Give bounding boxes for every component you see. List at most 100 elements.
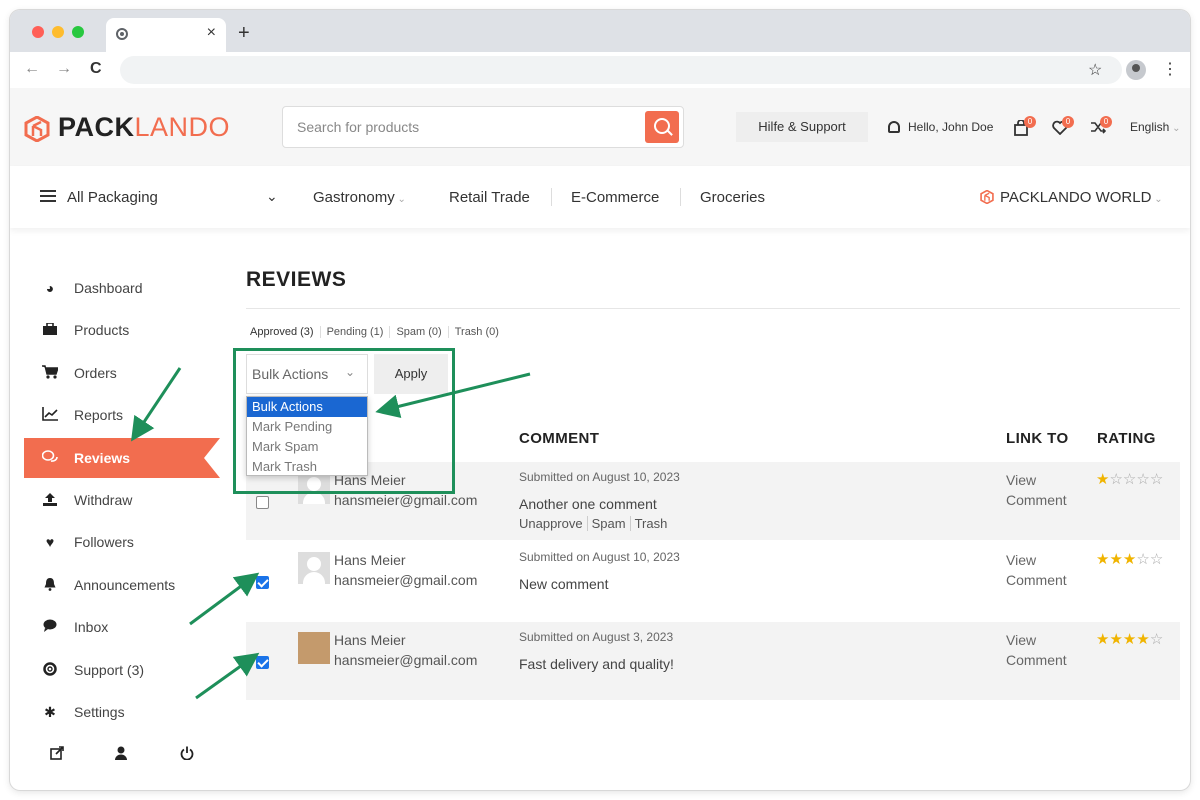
sidebar-item-support[interactable]: Support (3) bbox=[24, 650, 220, 690]
star-empty-icon: ☆ bbox=[1122, 471, 1137, 488]
account-link[interactable]: Hello, John Doe bbox=[888, 120, 993, 134]
sidebar-item-dashboard[interactable]: ◕ Dashboard bbox=[24, 268, 220, 308]
browser-menu-icon[interactable]: ⋮ bbox=[1162, 59, 1178, 79]
sidebar-item-label: Followers bbox=[74, 534, 134, 550]
reviewer-email: hansmeier@gmail.com bbox=[334, 492, 478, 508]
star-filled-icon: ★ bbox=[1096, 631, 1110, 648]
unapprove-link[interactable]: Unapprove bbox=[519, 516, 587, 531]
sidebar-item-label: Support (3) bbox=[74, 662, 145, 678]
sidebar-item-reports[interactable]: Reports bbox=[24, 395, 220, 435]
browser-tab[interactable]: × bbox=[106, 18, 226, 52]
chevron-down-icon[interactable]: ⌄ bbox=[266, 188, 278, 205]
category-groceries[interactable]: Groceries bbox=[700, 189, 765, 206]
reviewer-name: Hans Meier bbox=[334, 632, 406, 648]
view-comment-link[interactable]: View bbox=[1006, 632, 1036, 648]
address-input[interactable] bbox=[120, 56, 1122, 84]
avatar bbox=[298, 552, 330, 584]
row-actions: Unapprove Spam Trash bbox=[519, 516, 672, 531]
new-tab-button[interactable]: + bbox=[238, 22, 250, 45]
upload-icon bbox=[42, 492, 58, 508]
sidebar-item-inbox[interactable]: Inbox bbox=[24, 607, 220, 647]
column-header-rating: RATING bbox=[1097, 430, 1156, 447]
sidebar-item-reviews[interactable]: Reviews bbox=[24, 438, 220, 478]
packlando-world-menu[interactable]: PACKLANDO WORLD ⌄ bbox=[980, 189, 1163, 206]
filter-spam[interactable]: Spam (0) bbox=[389, 326, 447, 338]
sidebar-item-withdraw[interactable]: Withdraw bbox=[24, 480, 220, 520]
help-support-button[interactable]: Hilfe & Support bbox=[736, 112, 868, 142]
row-checkbox[interactable] bbox=[256, 496, 269, 509]
star-filled-icon: ★ bbox=[1109, 551, 1123, 568]
avatar bbox=[298, 632, 330, 664]
column-header-link-to: LINK TO bbox=[1006, 430, 1069, 447]
sidebar-item-followers[interactable]: ♥ Followers bbox=[24, 522, 220, 562]
view-comment-link[interactable]: Comment bbox=[1006, 492, 1067, 508]
reviewer-name: Hans Meier bbox=[334, 552, 406, 568]
submitted-date: Submitted on August 10, 2023 bbox=[519, 470, 680, 484]
search-button[interactable] bbox=[645, 111, 679, 143]
reload-icon[interactable]: C bbox=[90, 60, 102, 78]
comment-text: New comment bbox=[519, 576, 609, 592]
heart-icon: ♥ bbox=[45, 534, 55, 550]
profile-icon[interactable] bbox=[114, 746, 128, 764]
category-retail-trade[interactable]: Retail Trade bbox=[449, 189, 530, 206]
cart-icon bbox=[42, 365, 59, 381]
sidebar-item-label: Reports bbox=[74, 407, 124, 423]
filter-approved[interactable]: Approved (3) bbox=[250, 326, 320, 338]
category-divider bbox=[680, 188, 681, 206]
submitted-date: Submitted on August 3, 2023 bbox=[519, 630, 674, 644]
forward-icon[interactable]: → bbox=[56, 60, 72, 78]
browser-window: × + ← → C ☆ ⋮ PACKLANDO Search for produ… bbox=[10, 10, 1190, 790]
tab-strip: × + bbox=[10, 10, 1190, 52]
star-filled-icon: ★ bbox=[1122, 551, 1137, 568]
dashboard-icon: ◕ bbox=[45, 280, 55, 296]
view-comment-link[interactable]: Comment bbox=[1006, 652, 1067, 668]
minimize-window-dot[interactable] bbox=[52, 26, 64, 38]
filter-trash[interactable]: Trash (0) bbox=[447, 326, 505, 338]
comment-text: Fast delivery and quality! bbox=[519, 656, 674, 672]
sidebar-item-announcements[interactable]: Announcements bbox=[24, 565, 220, 605]
category-gastronomy[interactable]: Gastronomy ⌄ bbox=[313, 189, 406, 206]
all-packaging-menu[interactable]: All Packaging bbox=[67, 189, 158, 206]
power-logout-icon[interactable] bbox=[180, 746, 194, 764]
row-checkbox[interactable] bbox=[256, 576, 269, 589]
sidebar-item-orders[interactable]: Orders bbox=[24, 353, 220, 393]
star-empty-icon: ☆ bbox=[1136, 471, 1150, 488]
filter-pending[interactable]: Pending (1) bbox=[319, 326, 390, 338]
star-empty-icon: ☆ bbox=[1136, 551, 1150, 568]
rating-stars: ★☆☆☆☆ bbox=[1096, 470, 1163, 488]
sidebar-item-label: Orders bbox=[74, 365, 117, 381]
sidebar-item-products[interactable]: Products bbox=[24, 310, 220, 350]
back-icon[interactable]: ← bbox=[24, 60, 40, 78]
language-select[interactable]: English ⌄ bbox=[1130, 120, 1181, 134]
star-filled-icon: ★ bbox=[1122, 631, 1137, 648]
hamburger-menu-icon[interactable] bbox=[40, 190, 56, 202]
spam-link[interactable]: Spam bbox=[586, 516, 630, 531]
title-divider bbox=[246, 308, 1180, 309]
sidebar-item-label: Products bbox=[74, 322, 130, 338]
profile-avatar-icon[interactable] bbox=[1126, 60, 1146, 80]
star-empty-icon: ☆ bbox=[1149, 551, 1164, 568]
view-comment-link[interactable]: Comment bbox=[1006, 572, 1067, 588]
chat-icon bbox=[42, 619, 58, 635]
view-comment-link[interactable]: View bbox=[1006, 552, 1036, 568]
close-window-dot[interactable] bbox=[32, 26, 44, 38]
cart-icon[interactable]: 0 bbox=[1014, 116, 1036, 138]
bookmark-star-icon[interactable]: ☆ bbox=[1088, 60, 1102, 80]
trash-link[interactable]: Trash bbox=[629, 516, 672, 531]
close-tab-icon[interactable]: × bbox=[207, 24, 216, 42]
table-row: Hans Meier hansmeier@gmail.com Submitted… bbox=[246, 622, 1180, 702]
external-link-icon[interactable] bbox=[50, 746, 64, 764]
row-checkbox[interactable] bbox=[256, 656, 269, 669]
logo-mark-icon bbox=[980, 190, 994, 204]
reviewer-email: hansmeier@gmail.com bbox=[334, 652, 478, 668]
category-e-commerce[interactable]: E-Commerce bbox=[571, 189, 659, 206]
star-filled-icon: ★ bbox=[1096, 471, 1110, 488]
maximize-window-dot[interactable] bbox=[72, 26, 84, 38]
review-status-filters: Approved (3) Pending (1) Spam (0) Trash (0) bbox=[250, 326, 505, 338]
view-comment-link[interactable]: View bbox=[1006, 472, 1036, 488]
compare-icon[interactable]: 0 bbox=[1090, 116, 1112, 138]
search-input[interactable]: Search for products bbox=[282, 106, 684, 148]
wishlist-icon[interactable]: 0 bbox=[1052, 116, 1074, 138]
star-filled-icon: ★ bbox=[1136, 631, 1150, 648]
sidebar-item-settings[interactable]: ✱ Settings bbox=[24, 692, 220, 732]
